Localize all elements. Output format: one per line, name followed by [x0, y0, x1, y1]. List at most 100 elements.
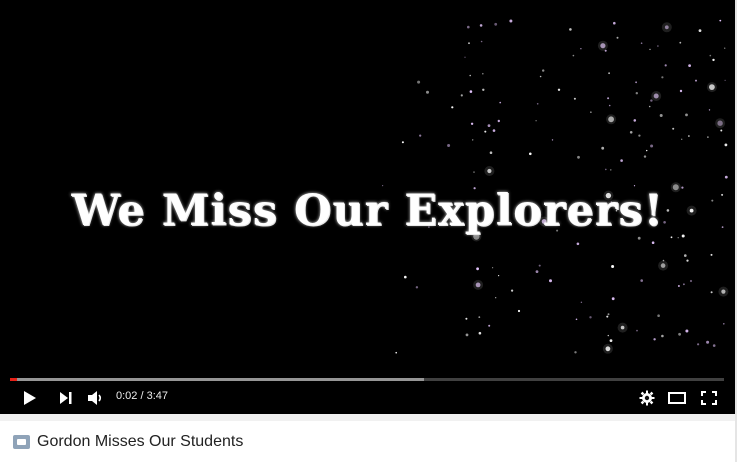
sparkle	[712, 58, 715, 62]
sparkle	[487, 124, 491, 127]
sparkle	[499, 101, 502, 104]
sparkle	[650, 99, 653, 102]
sparkle	[479, 24, 483, 27]
settings-button[interactable]	[635, 387, 659, 409]
sparkle	[609, 339, 613, 342]
sparkle-glow	[661, 22, 672, 33]
sparkle	[538, 264, 541, 267]
sparkle	[605, 168, 607, 171]
next-button[interactable]	[54, 387, 78, 409]
sparkle	[649, 48, 651, 51]
sparkle	[635, 81, 637, 84]
sparkle	[551, 139, 554, 141]
sparkle	[643, 155, 647, 158]
video-player[interactable]: We Miss Our Explorers! 0:02 / 3:47	[0, 0, 735, 414]
sparkle	[709, 54, 712, 57]
sparkle	[465, 317, 468, 320]
sparkle	[601, 146, 605, 150]
video-headline-text: We Miss Our Explorers!	[71, 186, 664, 236]
sparkle-glow	[658, 260, 669, 271]
sparkle	[653, 338, 656, 341]
sparkle	[661, 76, 664, 79]
video-title[interactable]: Gordon Misses Our Students	[37, 433, 243, 451]
sparkle	[495, 297, 497, 299]
sparkle	[576, 242, 580, 246]
sparkle	[698, 29, 702, 32]
sparkle	[478, 316, 481, 318]
sparkle	[620, 159, 623, 162]
sparkle	[472, 139, 474, 141]
video-thumbnail-icon	[13, 434, 30, 449]
sparkle	[549, 279, 552, 283]
sparkle	[535, 120, 537, 122]
sparkle	[569, 28, 572, 31]
volume-button[interactable]	[84, 387, 108, 409]
fullscreen-button[interactable]	[697, 387, 721, 409]
sparkle	[672, 127, 675, 130]
sparkle	[685, 113, 688, 117]
sparkle	[720, 129, 723, 132]
sparkle	[535, 270, 539, 273]
sparkle	[670, 236, 673, 239]
sparkle	[710, 253, 713, 256]
sparkle	[724, 47, 726, 49]
sparkle	[480, 40, 483, 43]
video-title-bar: Gordon Misses Our Students	[0, 421, 735, 462]
progress-bar[interactable]	[10, 378, 724, 381]
sparkle	[640, 279, 643, 282]
sparkle	[415, 286, 419, 289]
sparkle	[419, 134, 422, 137]
sparkle	[650, 144, 654, 148]
sparkle	[706, 340, 710, 344]
sparkle	[664, 64, 667, 67]
sparkle	[659, 114, 663, 117]
sparkle	[712, 344, 716, 347]
sparkle	[677, 285, 680, 287]
sparkle	[494, 22, 498, 26]
sparkle	[613, 21, 616, 25]
sparkle	[498, 275, 500, 277]
sparkle	[580, 301, 583, 303]
sparkle	[572, 54, 575, 57]
sparkle	[536, 103, 539, 105]
sparkle-glow	[606, 114, 617, 125]
progress-played	[10, 378, 18, 381]
sparkle	[723, 323, 725, 325]
sparkle	[689, 279, 693, 283]
fullscreen-icon	[701, 391, 717, 405]
sparkle	[611, 265, 615, 268]
sparkle	[629, 131, 633, 134]
sparkle	[509, 19, 513, 23]
sparkle	[724, 175, 728, 179]
sparkle-glow	[597, 40, 608, 51]
sparkle	[577, 155, 580, 159]
play-button[interactable]	[18, 387, 42, 409]
sparkle	[473, 171, 475, 173]
gear-icon	[639, 390, 655, 406]
sparkle	[489, 151, 493, 154]
sparkle	[590, 111, 592, 113]
sparkle	[492, 267, 494, 269]
sparkle	[539, 75, 542, 78]
sparkle	[646, 149, 648, 152]
sparkle	[542, 69, 545, 72]
theater-mode-button[interactable]	[664, 387, 690, 409]
sparkle	[482, 72, 484, 75]
sparkle	[707, 136, 709, 138]
sparkle-glow	[602, 343, 613, 354]
sparkle	[640, 42, 643, 44]
sparkle	[681, 138, 683, 140]
sparkle	[684, 254, 687, 257]
sparkle	[724, 143, 728, 147]
sparkle	[678, 332, 681, 336]
sparkle	[695, 79, 697, 82]
sparkle	[611, 297, 615, 301]
sparkle	[608, 104, 611, 107]
sparkle	[607, 97, 610, 100]
sparkle	[719, 19, 722, 22]
sparkle	[651, 241, 655, 244]
sparkle	[469, 74, 472, 77]
sparkle	[710, 291, 713, 294]
sparkle	[616, 36, 619, 39]
sparkle-glow	[715, 118, 726, 129]
